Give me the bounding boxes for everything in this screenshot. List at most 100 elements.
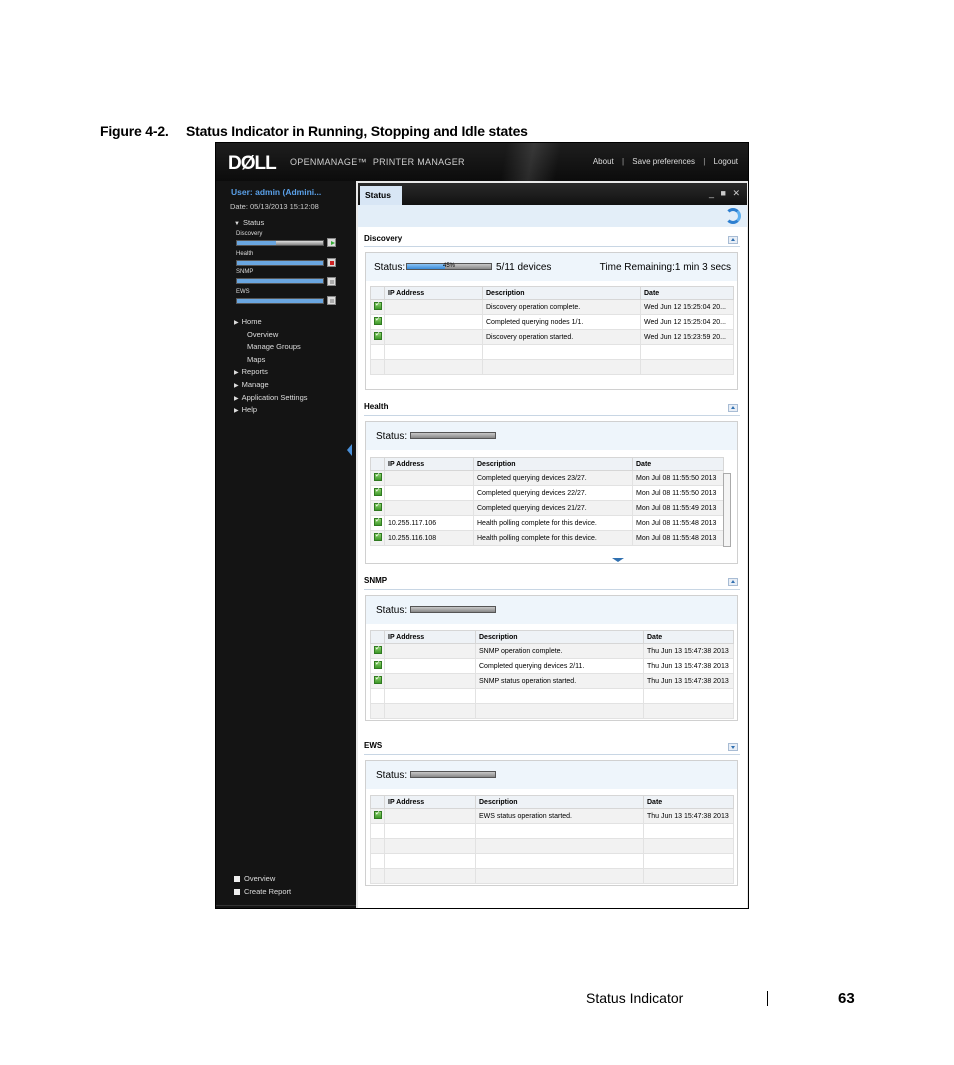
table-row-empty <box>370 703 734 719</box>
snmp-indicator-label: SNMP <box>236 269 254 275</box>
header-links: About | Save preferences | Logout <box>587 157 738 166</box>
snmp-panel: Status: IP AddressDescriptionDate SNMP o… <box>365 595 738 721</box>
success-check-icon <box>374 660 382 669</box>
col-description[interactable]: Description <box>475 630 644 644</box>
col-date[interactable]: Date <box>640 286 734 300</box>
ews-status-label: Status: <box>376 770 408 781</box>
table-row[interactable]: Discovery operation started.Wed Jun 12 1… <box>370 329 734 345</box>
ews-section-title: EWS <box>364 741 383 750</box>
health-collapse-icon[interactable] <box>728 404 738 412</box>
snmp-progress-bar <box>410 606 496 613</box>
product-brand: OPENMANAGE™ <box>290 157 367 167</box>
footer-create-report-link[interactable]: Create Report <box>234 887 291 896</box>
ews-panel: Status: IP AddressDescriptionDate EWS st… <box>365 760 738 886</box>
table-row[interactable]: Completed querying devices 21/27.Mon Jul… <box>370 500 724 516</box>
logout-link[interactable]: Logout <box>714 157 738 166</box>
app-screenshot: DØLL OPENMANAGE™ PRINTER MANAGER About | … <box>215 142 749 909</box>
col-description[interactable]: Description <box>482 286 641 300</box>
nav-manage-groups[interactable]: Manage Groups <box>247 342 301 351</box>
table-row[interactable]: SNMP operation complete.Thu Jun 13 15:47… <box>370 643 734 659</box>
expand-right-icon: ▶ <box>234 396 239 402</box>
discovery-section-title: Discovery <box>364 234 403 243</box>
main-panel: Status _ ■ ✕ Discovery Status: 45% 5/11 … <box>358 183 747 908</box>
product-name: OPENMANAGE™ PRINTER MANAGER <box>290 157 465 167</box>
health-stop-button[interactable] <box>327 258 336 267</box>
figure-title: Status Indicator in Running, Stopping an… <box>186 123 528 139</box>
discovery-panel: Status: 45% 5/11 devices Time Remaining:… <box>365 252 738 390</box>
table-row[interactable]: SNMP status operation started.Thu Jun 13… <box>370 673 734 689</box>
window-controls[interactable]: _ ■ ✕ <box>709 188 742 199</box>
health-progress-bar <box>410 432 496 439</box>
table-header: IP Address Description Date <box>370 457 724 471</box>
about-link[interactable]: About <box>593 157 614 166</box>
nav-application-settings[interactable]: ▶ Application Settings <box>234 393 308 402</box>
sidebar-footer <box>216 905 356 906</box>
col-date[interactable]: Date <box>632 457 724 471</box>
table-row-empty <box>370 853 734 869</box>
nav-help[interactable]: ▶ Help <box>234 405 257 414</box>
refresh-row <box>358 205 747 227</box>
refresh-icon[interactable] <box>725 208 741 224</box>
success-check-icon <box>374 810 382 819</box>
table-header: IP Address Description Date <box>370 630 734 644</box>
success-check-icon <box>374 645 382 654</box>
table-row[interactable]: Completed querying devices 23/27.Mon Jul… <box>370 470 724 486</box>
snmp-status-label: Status: <box>376 605 408 616</box>
snmp-collapse-icon[interactable] <box>728 578 738 586</box>
show-more-icon[interactable] <box>612 558 624 562</box>
table-row[interactable]: 10.255.117.106Health polling complete fo… <box>370 515 724 531</box>
link-icon <box>234 876 240 883</box>
nav-overview[interactable]: Overview <box>247 330 278 339</box>
col-description[interactable]: Description <box>473 457 633 471</box>
discovery-indicator-label: Discovery <box>236 231 263 237</box>
footer-overview-link[interactable]: Overview <box>234 874 275 883</box>
header-swoosh <box>466 143 596 181</box>
link-separator: | <box>703 157 706 166</box>
nav-maps[interactable]: Maps <box>247 355 265 364</box>
col-date[interactable]: Date <box>643 795 734 809</box>
app-header: DØLL OPENMANAGE™ PRINTER MANAGER About | … <box>216 143 748 181</box>
health-indicator-label: Health <box>236 251 254 257</box>
discovery-play-button[interactable] <box>327 238 336 247</box>
table-row-empty <box>370 688 734 704</box>
table-row-empty <box>370 344 734 360</box>
nav-manage[interactable]: ▶ Manage <box>234 380 269 389</box>
table-row[interactable]: Completed querying devices 2/11.Thu Jun … <box>370 658 734 674</box>
snmp-section-title: SNMP <box>364 576 388 585</box>
collapse-sidebar-icon[interactable] <box>347 444 352 456</box>
table-row[interactable]: Discovery operation complete.Wed Jun 12 … <box>370 299 734 315</box>
table-header: IP Address Description Date <box>370 286 734 300</box>
user-label: User: admin (Admini... <box>231 187 322 197</box>
discovery-table: IP AddressDescriptionDate Discovery oper… <box>370 286 734 375</box>
col-description[interactable]: Description <box>475 795 644 809</box>
discovery-collapse-icon[interactable] <box>728 236 738 244</box>
nav-reports[interactable]: ▶ Reports <box>234 367 268 376</box>
table-row[interactable]: EWS status operation started.Thu Jun 13 … <box>370 808 734 824</box>
discovery-time-remaining: Time Remaining:1 min 3 secs <box>599 262 731 273</box>
col-ip[interactable]: IP Address <box>384 630 476 644</box>
ews-idle-button[interactable] <box>327 296 336 305</box>
discovery-devices: 5/11 devices <box>496 262 552 273</box>
expand-right-icon: ▶ <box>234 408 239 414</box>
health-mini-progress <box>236 260 324 266</box>
section-divider <box>364 246 740 247</box>
tab-status[interactable]: Status <box>360 186 402 205</box>
status-nav-item[interactable]: ▼ Status <box>234 218 264 227</box>
snmp-idle-button[interactable] <box>327 277 336 286</box>
save-preferences-link[interactable]: Save preferences <box>632 157 695 166</box>
health-table-scrollbar[interactable] <box>723 473 731 547</box>
health-status-row: Status: <box>366 422 737 450</box>
nav-home[interactable]: ▶ Home <box>234 317 262 326</box>
col-ip[interactable]: IP Address <box>384 286 483 300</box>
success-check-icon <box>374 487 382 496</box>
col-ip[interactable]: IP Address <box>384 795 476 809</box>
success-check-icon <box>374 675 382 684</box>
expand-right-icon: ▶ <box>234 370 239 376</box>
table-row[interactable]: Completed querying devices 22/27.Mon Jul… <box>370 485 724 501</box>
col-date[interactable]: Date <box>643 630 734 644</box>
ews-expand-icon[interactable] <box>728 743 738 751</box>
tab-bar: Status _ ■ ✕ <box>358 183 747 205</box>
col-ip[interactable]: IP Address <box>384 457 474 471</box>
table-row[interactable]: Completed querying nodes 1/1.Wed Jun 12 … <box>370 314 734 330</box>
table-row[interactable]: 10.255.116.108Health polling complete fo… <box>370 530 724 546</box>
